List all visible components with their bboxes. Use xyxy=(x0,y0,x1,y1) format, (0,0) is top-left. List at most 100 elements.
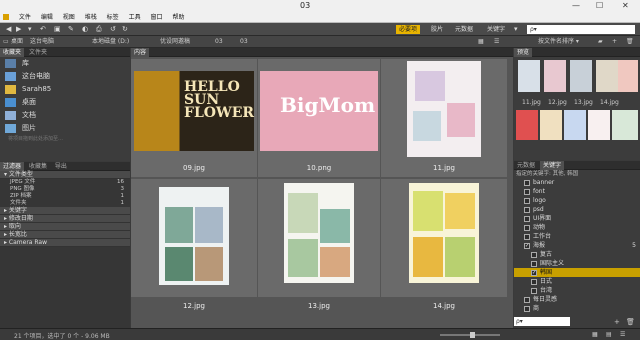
filter-row[interactable]: PNG 图像 3 xyxy=(0,186,130,193)
keyword-item[interactable]: logo xyxy=(514,196,640,205)
recent-folder-icon[interactable]: ▾ xyxy=(28,25,32,34)
favorite-library[interactable]: 库 xyxy=(0,57,130,70)
preview-thumb[interactable] xyxy=(570,60,592,92)
tab-preview[interactable]: 预览 xyxy=(514,48,533,57)
breadcrumb-03a[interactable]: 03 xyxy=(215,38,223,46)
filter-row[interactable]: 文件夹 1 xyxy=(0,200,130,207)
thumbnail-09[interactable]: HELLO SUN FLOWER 09.jpg xyxy=(131,59,257,177)
keyword-item[interactable]: banner xyxy=(514,178,640,187)
keyword-search-input[interactable]: ρ▾ xyxy=(514,317,570,326)
filter-icon[interactable]: ☰ xyxy=(494,38,499,46)
add-keyword-icon[interactable]: + xyxy=(614,318,620,326)
thumbnail-14[interactable]: 14.jpg xyxy=(381,179,507,310)
keyword-checkbox[interactable]: ✓ xyxy=(524,243,530,249)
breadcrumb-03b[interactable]: 03 xyxy=(240,38,248,46)
refine-icon[interactable]: ✎ xyxy=(68,25,74,34)
thumbnail-10[interactable]: BigMom 10.png xyxy=(258,59,380,177)
delete-icon[interactable]: 🗑 xyxy=(626,38,634,46)
filter-group-camera-raw[interactable]: ▸ Camera Raw xyxy=(0,239,130,247)
tab-content[interactable]: 内容 xyxy=(131,48,150,57)
maximize-button[interactable]: ☐ xyxy=(596,1,603,10)
rotate-right-icon[interactable]: ↻ xyxy=(122,25,128,34)
favorite-desktop[interactable]: 桌面 xyxy=(0,96,130,109)
folder-icon[interactable]: ▰ xyxy=(598,38,603,46)
breadcrumb-folder[interactable]: 优设网邀稿 xyxy=(160,38,190,46)
workspace-metadata[interactable]: 元数据 xyxy=(452,25,476,34)
minimize-button[interactable]: — xyxy=(572,1,580,10)
return-icon[interactable]: ↶ xyxy=(40,25,46,34)
workspace-keywords[interactable]: 关键字 xyxy=(484,25,508,34)
filter-group-keywords[interactable]: ▸ 关键字 xyxy=(0,207,130,215)
view-thumbnails-icon[interactable]: ▤ xyxy=(606,331,612,338)
keyword-item[interactable]: 台湾 xyxy=(514,286,640,295)
favorite-this-pc[interactable]: 这台电脑 xyxy=(0,70,130,83)
delete-keyword-icon[interactable]: 🗑 xyxy=(626,318,635,326)
keyword-checkbox[interactable] xyxy=(524,198,530,204)
filter-row[interactable]: JPEG 文件 16 xyxy=(0,179,130,186)
keyword-item[interactable]: 每日灵感 xyxy=(514,295,640,304)
preview-thumb[interactable] xyxy=(544,60,566,92)
keyword-item[interactable]: 工作台 xyxy=(514,232,640,241)
keyword-item[interactable]: ✓ 海报 5 xyxy=(514,241,640,250)
favorite-pictures[interactable]: 图片 xyxy=(0,122,130,135)
menu-edit[interactable]: 编辑 xyxy=(41,12,53,23)
breadcrumb-drive-d[interactable]: 本地磁盘 (D:) xyxy=(92,38,129,46)
tab-favorites[interactable]: 收藏夹 xyxy=(0,48,25,57)
sort-label[interactable]: 按文件名排序 ▾ xyxy=(538,38,579,46)
workspace-essentials[interactable]: 必要项 xyxy=(396,25,421,34)
menu-label[interactable]: 标签 xyxy=(107,12,119,23)
keyword-checkbox[interactable] xyxy=(531,252,537,258)
get-photos-icon[interactable]: ▣ xyxy=(54,25,61,34)
rotate-left-icon[interactable]: ↺ xyxy=(110,25,116,34)
tab-folders[interactable]: 文件夹 xyxy=(26,48,50,57)
favorite-user[interactable]: Sarah85 xyxy=(0,83,130,96)
keyword-item[interactable]: font xyxy=(514,187,640,196)
keyword-item[interactable]: 日式 xyxy=(514,277,640,286)
thumbnail-11[interactable]: 11.jpg xyxy=(381,59,507,177)
thumbnail-13[interactable]: 13.jpg xyxy=(258,179,380,310)
keyword-item[interactable]: 商 xyxy=(514,304,640,313)
new-folder-icon[interactable]: + xyxy=(612,38,617,46)
tab-collections[interactable]: 收藏集 xyxy=(26,162,50,171)
menu-help[interactable]: 帮助 xyxy=(172,12,184,23)
preview-thumb[interactable] xyxy=(516,110,538,140)
tab-filter[interactable]: 过滤器 xyxy=(0,162,25,171)
keyword-item[interactable]: 动物 xyxy=(514,223,640,232)
keyword-checkbox[interactable] xyxy=(531,288,537,294)
keyword-item[interactable]: UI界面 xyxy=(514,214,640,223)
preview-thumb[interactable] xyxy=(518,60,540,92)
view-list-icon[interactable]: ☰ xyxy=(620,331,625,338)
preview-thumb[interactable] xyxy=(612,110,638,140)
thumbnail-12[interactable]: 12.jpg xyxy=(131,179,257,310)
menu-stack[interactable]: 堆栈 xyxy=(85,12,97,23)
preview-thumb[interactable] xyxy=(618,60,638,92)
keyword-checkbox[interactable] xyxy=(524,297,530,303)
filter-group-aspect-ratio[interactable]: ▸ 长宽比 xyxy=(0,231,130,239)
keyword-checkbox[interactable] xyxy=(524,216,530,222)
menu-view[interactable]: 视图 xyxy=(63,12,75,23)
keyword-checkbox[interactable] xyxy=(524,207,530,213)
view-grid-lock-icon[interactable]: ▦ xyxy=(592,331,598,338)
keyword-checkbox[interactable] xyxy=(524,306,530,312)
keyword-checkbox[interactable] xyxy=(524,189,530,195)
view-grid-icon[interactable]: ▦ xyxy=(478,38,484,46)
filter-group-orientation[interactable]: ▸ 取向 xyxy=(0,223,130,231)
menu-window[interactable]: 窗口 xyxy=(151,12,163,23)
preview-thumb[interactable] xyxy=(564,110,586,140)
keyword-checkbox[interactable] xyxy=(524,234,530,240)
search-input[interactable]: ρ▾ xyxy=(527,25,635,34)
breadcrumb-desktop[interactable]: 桌面 xyxy=(11,38,23,46)
forward-icon[interactable]: ▶ xyxy=(16,25,21,34)
close-button[interactable]: ✕ xyxy=(622,1,629,10)
slider-handle[interactable] xyxy=(470,332,475,338)
keyword-item[interactable]: psd xyxy=(514,205,640,214)
filter-group-filetype[interactable]: ▾ 文件类型 xyxy=(0,171,130,179)
workspace-menu-icon[interactable]: ▾ xyxy=(514,25,518,34)
preview-thumb[interactable] xyxy=(596,60,618,92)
filter-row[interactable]: ZIP 档案 1 xyxy=(0,193,130,200)
breadcrumb-this-pc[interactable]: 这台电脑 xyxy=(30,38,54,46)
preview-thumb[interactable] xyxy=(540,110,562,140)
keyword-checkbox[interactable] xyxy=(531,261,537,267)
preview-thumb[interactable] xyxy=(588,110,610,140)
back-icon[interactable]: ◀ xyxy=(6,25,11,34)
